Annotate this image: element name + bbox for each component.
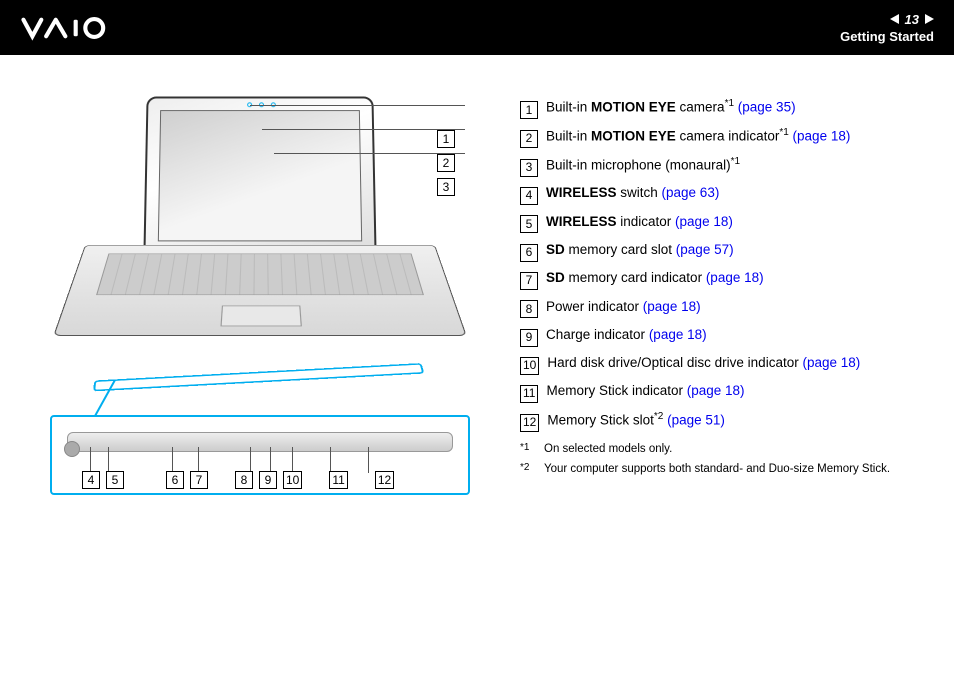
page-content: 1 2 3 4 5 6 7 bbox=[0, 55, 954, 495]
diagram-callout-3: 3 bbox=[437, 178, 455, 196]
list-callout-7: 7 bbox=[520, 272, 538, 290]
diagram-callout-9: 9 bbox=[259, 471, 277, 489]
page-navigation: 13 bbox=[840, 12, 934, 27]
list-item-4: 4 WIRELESS switch (page 63) bbox=[520, 181, 890, 205]
diagram-callout-7: 7 bbox=[190, 471, 208, 489]
list-text-11: Memory Stick indicator (page 18) bbox=[546, 379, 744, 403]
list-item-7: 7 SD memory card indicator (page 18) bbox=[520, 266, 890, 290]
diagram-area: 1 2 3 4 5 6 7 bbox=[50, 95, 490, 495]
page-link[interactable]: (page 18) bbox=[802, 355, 860, 370]
page-link[interactable]: (page 35) bbox=[738, 100, 796, 115]
list-text-12: Memory Stick slot*2 (page 51) bbox=[547, 408, 725, 433]
list-callout-11: 11 bbox=[520, 385, 538, 403]
diagram-callout-8: 8 bbox=[235, 471, 253, 489]
list-item-1: 1 Built-in MOTION EYE camera*1 (page 35) bbox=[520, 95, 890, 120]
list-callout-6: 6 bbox=[520, 244, 538, 262]
front-panel-detail: 4 5 6 7 8 9 10 11 12 bbox=[50, 415, 470, 495]
list-text-2: Built-in MOTION EYE camera indicator*1 (… bbox=[546, 124, 850, 149]
list-item-3: 3 Built-in microphone (monaural)*1 bbox=[520, 153, 890, 178]
list-callout-10: 10 bbox=[520, 357, 539, 375]
footnote: *1On selected models only. bbox=[520, 441, 890, 457]
list-text-8: Power indicator (page 18) bbox=[546, 295, 701, 319]
diagram-callout-5: 5 bbox=[106, 471, 124, 489]
page-link[interactable]: (page 63) bbox=[662, 185, 720, 200]
list-callout-9: 9 bbox=[520, 329, 538, 347]
page-link[interactable]: (page 18) bbox=[643, 299, 701, 314]
page-header: 13 Getting Started bbox=[0, 0, 954, 55]
list-item-8: 8 Power indicator (page 18) bbox=[520, 295, 890, 319]
page-link[interactable]: (page 18) bbox=[706, 270, 764, 285]
footnote: *2Your computer supports both standard- … bbox=[520, 461, 890, 477]
page-link[interactable]: (page 51) bbox=[667, 412, 725, 427]
list-item-11: 11 Memory Stick indicator (page 18) bbox=[520, 379, 890, 403]
list-callout-4: 4 bbox=[520, 187, 538, 205]
list-item-10: 10 Hard disk drive/Optical disc drive ind… bbox=[520, 351, 890, 375]
list-item-12: 12 Memory Stick slot*2 (page 51) bbox=[520, 408, 890, 433]
list-item-5: 5 WIRELESS indicator (page 18) bbox=[520, 210, 890, 234]
diagram-callout-4: 4 bbox=[82, 471, 100, 489]
list-callout-3: 3 bbox=[520, 159, 538, 177]
list-item-6: 6 SD memory card slot (page 57) bbox=[520, 238, 890, 262]
diagram-callout-10: 10 bbox=[283, 471, 302, 489]
component-list: 1 Built-in MOTION EYE camera*1 (page 35) 2… bbox=[520, 95, 890, 495]
page-link[interactable]: (page 18) bbox=[649, 327, 707, 342]
list-text-7: SD memory card indicator (page 18) bbox=[546, 266, 764, 290]
section-title: Getting Started bbox=[840, 29, 934, 44]
list-item-9: 9 Charge indicator (page 18) bbox=[520, 323, 890, 347]
diagram-callout-6: 6 bbox=[166, 471, 184, 489]
list-text-3: Built-in microphone (monaural)*1 bbox=[546, 153, 740, 178]
list-text-1: Built-in MOTION EYE camera*1 (page 35) bbox=[546, 95, 796, 120]
prev-page-arrow[interactable] bbox=[890, 14, 899, 24]
list-callout-1: 1 bbox=[520, 101, 538, 119]
page-number: 13 bbox=[905, 12, 919, 27]
laptop-illustration: 1 2 3 bbox=[50, 95, 460, 385]
list-callout-8: 8 bbox=[520, 300, 538, 318]
vaio-logo bbox=[20, 13, 130, 43]
next-page-arrow[interactable] bbox=[925, 14, 934, 24]
list-item-2: 2 Built-in MOTION EYE camera indicator*1 … bbox=[520, 124, 890, 149]
list-callout-5: 5 bbox=[520, 215, 538, 233]
list-text-6: SD memory card slot (page 57) bbox=[546, 238, 734, 262]
list-text-4: WIRELESS switch (page 63) bbox=[546, 181, 719, 205]
diagram-callout-1: 1 bbox=[437, 130, 455, 148]
diagram-callout-12: 12 bbox=[375, 471, 394, 489]
page-link[interactable]: (page 18) bbox=[687, 383, 745, 398]
diagram-callout-2: 2 bbox=[437, 154, 455, 172]
page-link[interactable]: (page 18) bbox=[675, 214, 733, 229]
list-callout-12: 12 bbox=[520, 414, 539, 432]
list-text-5: WIRELESS indicator (page 18) bbox=[546, 210, 733, 234]
diagram-callout-11: 11 bbox=[329, 471, 347, 489]
list-text-9: Charge indicator (page 18) bbox=[546, 323, 707, 347]
page-link[interactable]: (page 57) bbox=[676, 242, 734, 257]
list-text-10: Hard disk drive/Optical disc drive indic… bbox=[547, 351, 860, 375]
page-link[interactable]: (page 18) bbox=[793, 128, 851, 143]
list-callout-2: 2 bbox=[520, 130, 538, 148]
